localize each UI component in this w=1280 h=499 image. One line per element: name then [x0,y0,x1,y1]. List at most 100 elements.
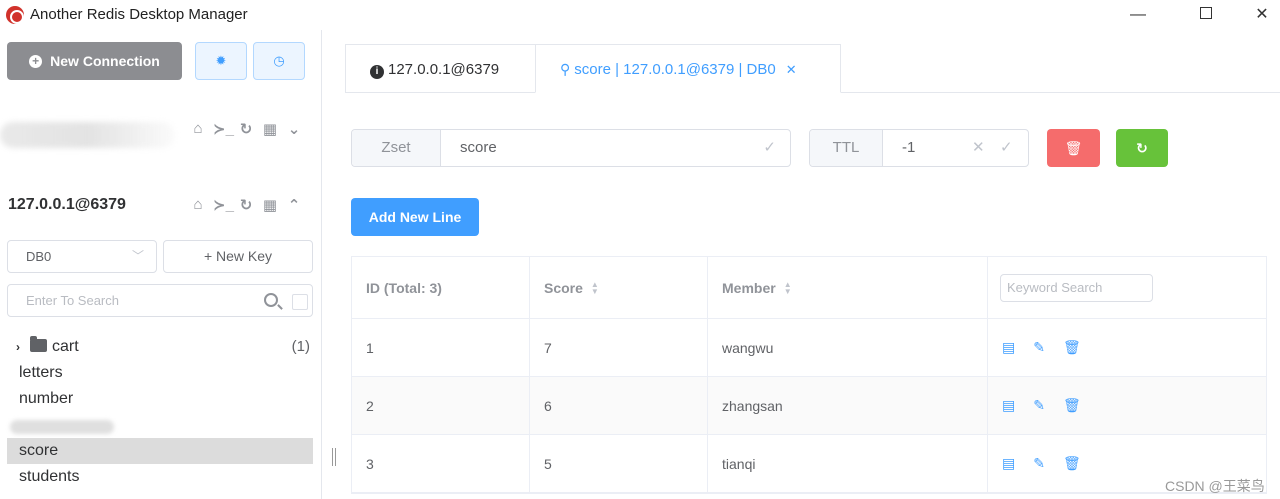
new-connection-button[interactable]: + New Connection [7,42,182,80]
check-icon[interactable]: ✓ [763,138,776,156]
column-header-member[interactable]: Member ▲ ▼ [708,257,988,318]
cell-score: 7 [530,319,708,376]
sort-icon[interactable]: ▲ ▼ [591,280,599,295]
edit-icon[interactable]: ✎ [1033,397,1045,414]
edit-icon[interactable]: ✎ [1033,455,1045,472]
edit-icon[interactable]: ✎ [1033,339,1045,356]
refresh-icon: ↻ [1136,140,1148,156]
minimize-button[interactable]: — [1118,4,1158,26]
cell-member: zhangsan [708,377,988,434]
key-item-students[interactable]: students [0,464,322,490]
new-key-button[interactable]: + New Key [163,240,313,273]
view-icon[interactable]: ▤ [1002,455,1015,472]
refresh-icon[interactable]: ↻ [237,120,255,138]
keyword-search-input[interactable] [1000,273,1153,302]
ttl-label: TTL [810,130,883,166]
cell-id: 3 [352,435,530,492]
table-row: 1 7 wangwu ▤ ✎ 🗑 [352,319,1266,377]
grid-icon[interactable]: ▦ [261,120,279,138]
maximize-icon [1200,7,1212,19]
tab-label: 127.0.0.1@6379 [388,61,500,78]
key-list: › cart (1) letters number score students [0,334,322,490]
table-row: 3 5 tianqi ▤ ✎ 🗑 [352,435,1266,493]
view-icon[interactable]: ▤ [1002,397,1015,414]
settings-button[interactable]: ✹ [195,42,247,80]
home-icon[interactable]: ⌂ [189,120,207,138]
blurred-connection-name [0,122,175,148]
terminal-icon[interactable]: ≻_ [213,120,234,138]
clock-icon: ◷ [273,53,285,68]
connection-toolbar: ⌂ ≻_ ↻ ▦ ⌃ [189,196,303,214]
key-search-box [7,284,313,317]
trash-icon[interactable]: 🗑 [1063,455,1081,472]
row-actions: ▤ ✎ 🗑 [988,377,1266,434]
ttl-group: TTL -1 ✕ ✓ [809,129,1029,167]
tab-bar: i 127.0.0.1@6379 ⚲ score | 127.0.0.1@6379 … [345,44,1280,93]
connection-name: 127.0.0.1@6379 [8,196,126,213]
chevron-down-icon: ﹀ [131,249,144,263]
ttl-input[interactable]: -1 [902,139,915,156]
tab-close-icon[interactable]: ✕ [786,62,797,77]
connection-item[interactable]: 127.0.0.1@6379 ⌂ ≻_ ↻ ▦ ⌃ [0,192,322,222]
tab-server-info[interactable]: i 127.0.0.1@6379 [345,44,536,93]
column-header-label: Score [544,279,583,296]
key-folder-cart[interactable]: › cart (1) [0,334,322,360]
cell-member: wangwu [708,319,988,376]
refresh-icon[interactable]: ↻ [237,196,255,214]
cell-id: 1 [352,319,530,376]
grid-icon[interactable]: ▦ [261,196,279,214]
terminal-icon[interactable]: ≻_ [213,196,234,214]
chevron-up-icon[interactable]: ⌃ [285,196,303,214]
folder-label: cart [52,338,79,355]
connection-toolbar: ⌂ ≻_ ↻ ▦ ⌄ [189,120,303,138]
cell-id: 2 [352,377,530,434]
db-select-value: DB0 [26,249,52,264]
folder-count: (1) [291,338,310,355]
resize-handle[interactable] [332,448,336,466]
cell-score: 5 [530,435,708,492]
table-row: 2 6 zhangsan ▤ ✎ 🗑 [352,377,1266,435]
trash-icon[interactable]: 🗑 [1063,397,1081,414]
key-item-blurred[interactable] [0,412,322,438]
key-item-letters[interactable]: letters [0,360,322,386]
title-bar: Another Redis Desktop Manager — ✕ [0,0,1280,30]
search-icon[interactable] [264,293,278,307]
gear-icon: ✹ [215,53,227,68]
key-icon: ⚲ [560,61,571,77]
key-name-group: Zset score ✓ [351,129,791,167]
app-title: Another Redis Desktop Manager [30,6,248,23]
key-item-number[interactable]: number [0,386,322,412]
connection-item[interactable]: ⌂ ≻_ ↻ ▦ ⌄ [0,112,322,148]
plus-icon: + [29,54,43,68]
add-new-line-button[interactable]: Add New Line [351,198,479,236]
tab-label: score | 127.0.0.1@6379 | DB0 [574,61,776,78]
cell-member: tianqi [708,435,988,492]
clear-icon[interactable]: ✕ [972,138,985,156]
sort-icon[interactable]: ▲ ▼ [784,280,792,295]
new-connection-label: New Connection [50,53,160,69]
sidebar: + New Connection ✹ ◷ ⌂ ≻_ ↻ ▦ ⌄ 127.0.0.… [0,30,322,499]
zset-table: ID (Total: 3) Score ▲▼ Member ▲▼ 1 7 wangw… [351,256,1267,494]
history-button[interactable]: ◷ [253,42,305,80]
refresh-key-button[interactable]: ↻ [1116,129,1168,167]
db-select[interactable]: DB0 ﹀ [7,240,157,273]
key-item-score[interactable]: score [7,438,313,464]
column-header-score[interactable]: Score ▲ ▼ [530,257,708,318]
key-name-input[interactable]: score [460,139,497,156]
tab-key-score[interactable]: ⚲ score | 127.0.0.1@6379 | DB0 ✕ [535,44,841,93]
key-search-input[interactable] [26,293,246,308]
close-button[interactable]: ✕ [1242,4,1280,26]
delete-key-button[interactable]: 🗑 [1047,129,1100,167]
chevron-right-icon: › [16,340,20,354]
column-header-label: Member [722,279,776,296]
exact-search-checkbox[interactable] [292,294,308,310]
chevron-down-icon[interactable]: ⌄ [285,120,303,138]
view-icon[interactable]: ▤ [1002,339,1015,356]
column-header-id: ID (Total: 3) [352,257,530,318]
check-icon[interactable]: ✓ [1000,138,1013,156]
app-logo-icon [6,6,24,24]
maximize-button[interactable] [1186,4,1226,26]
trash-icon[interactable]: 🗑 [1063,339,1081,356]
row-actions: ▤ ✎ 🗑 [988,319,1266,376]
home-icon[interactable]: ⌂ [189,196,207,214]
